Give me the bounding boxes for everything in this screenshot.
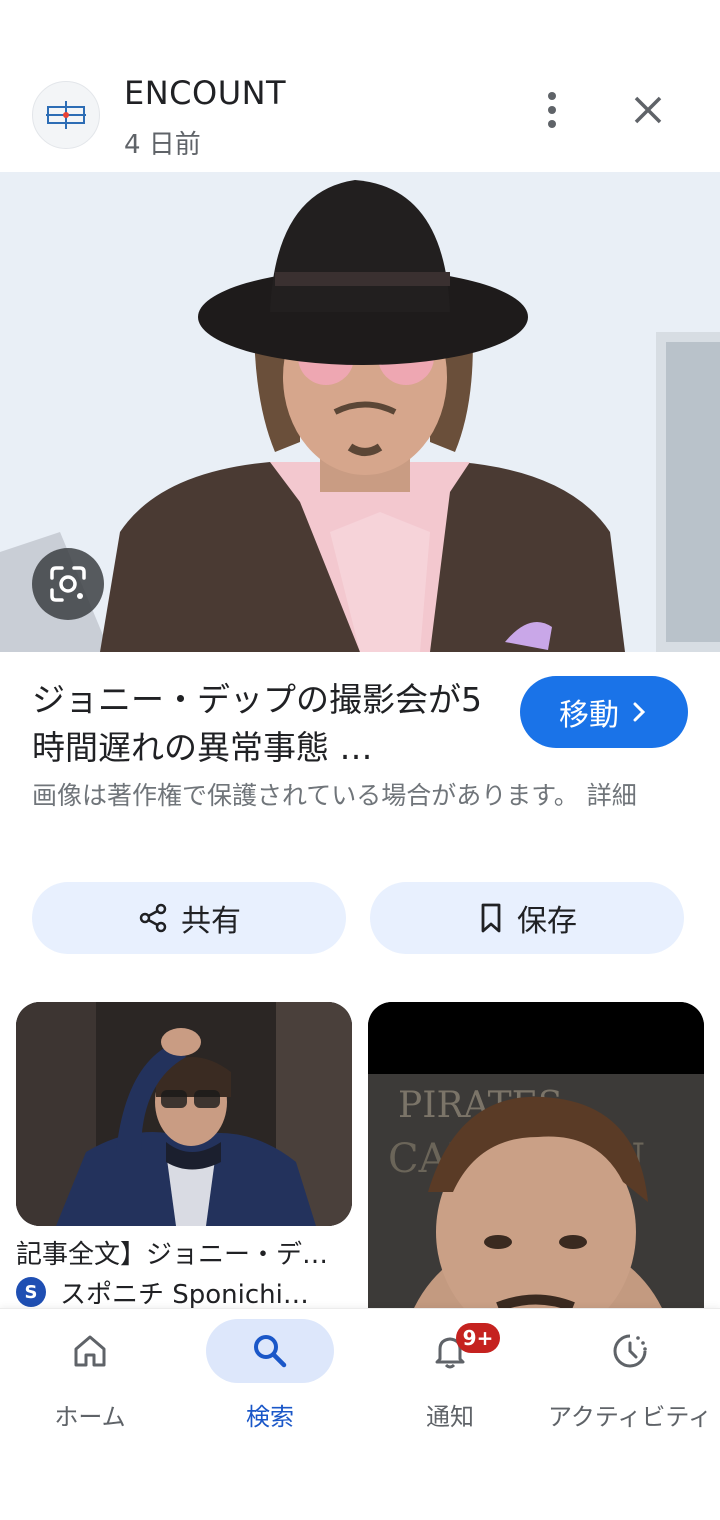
related-title-1[interactable]: 記事全文】ジョニー・デ… xyxy=(16,1234,352,1271)
bookmark-icon xyxy=(481,903,501,933)
copyright-notice[interactable]: 画像は著作権で保護されている場合があります。 詳細 xyxy=(32,778,692,814)
move-button-label: 移動 xyxy=(559,698,619,733)
source-name[interactable]: ENCOUNT xyxy=(124,74,286,112)
related-image-2[interactable]: PIRATES CARIBBEAN xyxy=(368,1002,704,1322)
close-icon xyxy=(634,96,662,124)
nav-home[interactable]: ホーム xyxy=(0,1309,180,1439)
google-lens-icon xyxy=(50,566,86,602)
sponichi-logo: S xyxy=(16,1277,46,1307)
share-button[interactable]: 共有 xyxy=(32,882,346,954)
result-title[interactable]: ジョニー・デップの撮影会が5時間遅れの異常事態 … xyxy=(32,676,492,772)
bottom-navigation: ホーム 検索 9+ 通知 アクティビティ xyxy=(0,1308,720,1520)
search-icon xyxy=(254,1335,287,1368)
activity-icon xyxy=(613,1334,647,1368)
notification-badge: 9+ xyxy=(456,1323,500,1353)
save-label: 保存 xyxy=(517,904,577,939)
publish-date: 4 日前 xyxy=(124,130,201,160)
nav-search-label: 検索 xyxy=(246,1403,294,1431)
nav-home-label: ホーム xyxy=(54,1403,126,1431)
hero-image[interactable] xyxy=(0,172,720,652)
related-source-1: スポニチ Sponichi… xyxy=(60,1279,309,1310)
share-label: 共有 xyxy=(181,904,241,939)
move-button[interactable]: 移動 xyxy=(520,676,688,748)
nav-activity-label: アクティビティ xyxy=(548,1403,712,1431)
nav-notifications[interactable]: 9+ 通知 xyxy=(360,1309,540,1439)
close-button[interactable] xyxy=(624,86,672,134)
save-button[interactable]: 保存 xyxy=(370,882,684,954)
google-lens-button[interactable] xyxy=(32,548,104,620)
result-title-area: ジョニー・デップの撮影会が5時間遅れの異常事態 … xyxy=(32,676,492,772)
home-icon xyxy=(74,1335,106,1367)
related-source-row-1: S スポニチ Sponichi… xyxy=(16,1276,352,1310)
share-icon xyxy=(139,903,167,933)
nav-notifications-label: 通知 xyxy=(426,1403,474,1431)
more-options-button[interactable] xyxy=(528,86,576,134)
related-image-1[interactable] xyxy=(16,1002,352,1226)
more-vert-icon xyxy=(548,92,556,100)
source-logo[interactable] xyxy=(32,81,100,149)
nav-search[interactable]: 検索 xyxy=(180,1309,360,1439)
chevron-right-icon xyxy=(633,702,646,722)
nav-activity[interactable]: アクティビティ xyxy=(540,1309,720,1439)
result-header: ENCOUNT 4 日前 xyxy=(0,60,720,172)
